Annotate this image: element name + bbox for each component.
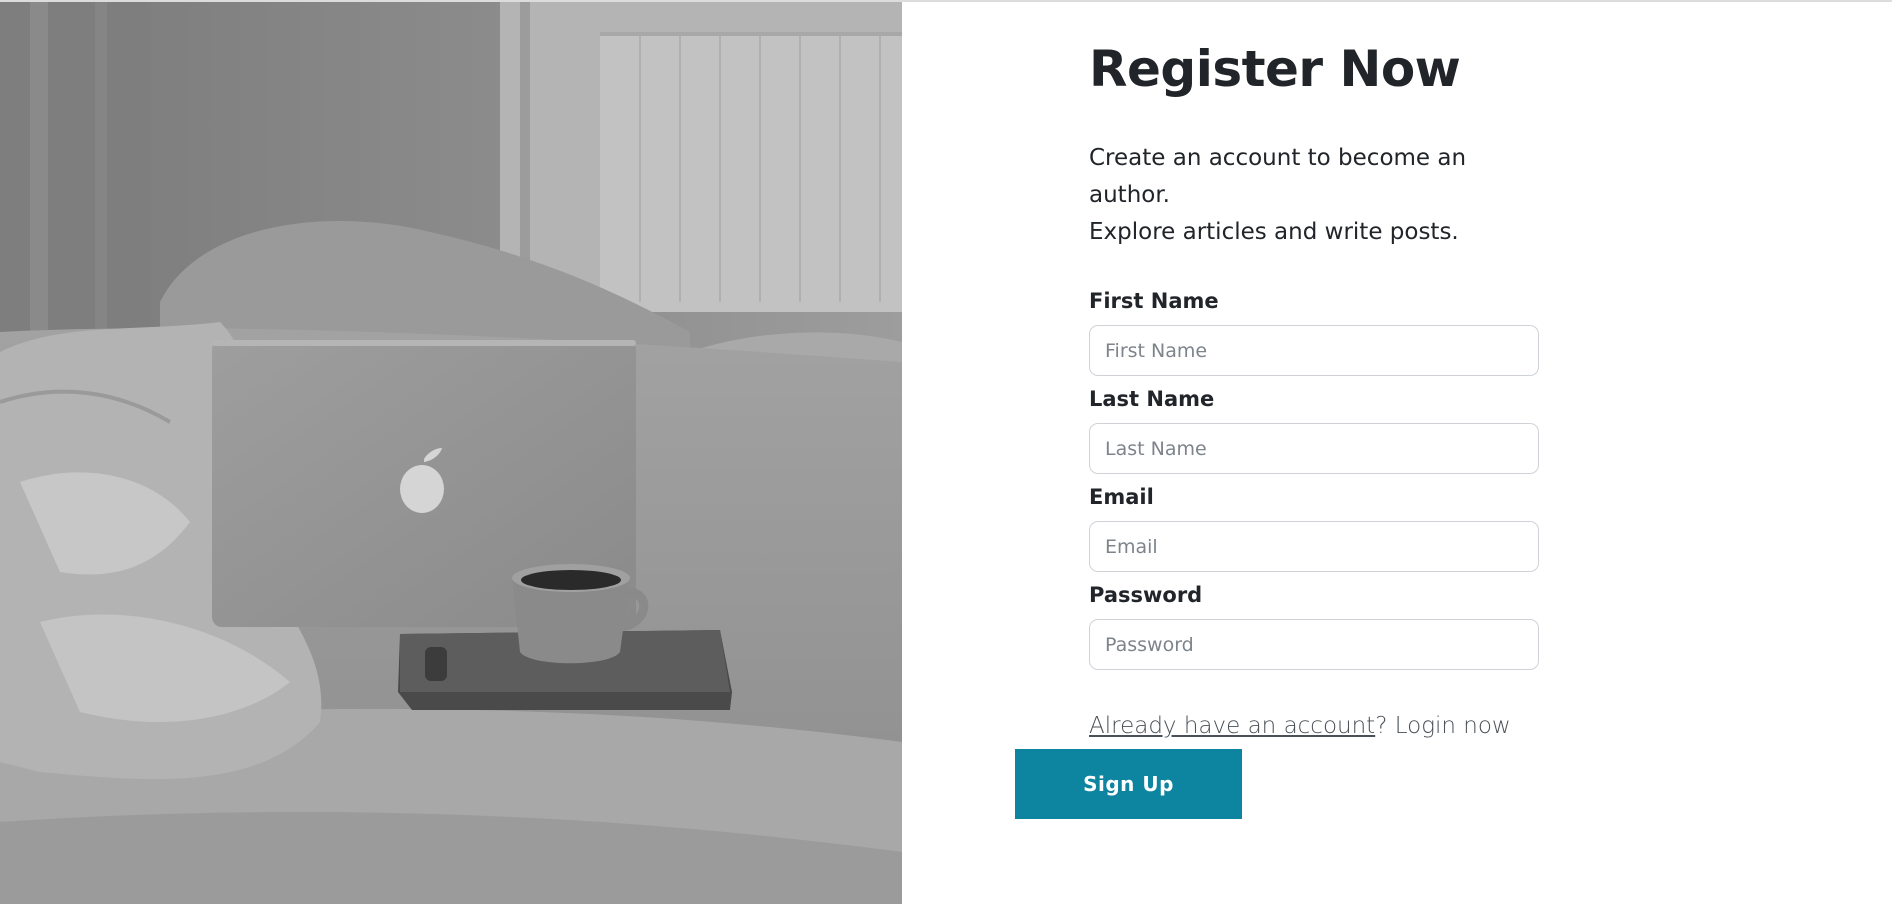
sign-up-button[interactable]: Sign Up [1015,749,1242,819]
subtitle-line-2: Explore articles and write posts. [1089,219,1459,245]
password-input[interactable] [1089,619,1539,670]
login-prompt: Already have an account? Login now [1089,711,1539,741]
login-link[interactable]: Already have an account [1089,713,1375,739]
login-suffix: ? Login now [1375,713,1511,739]
first-name-input[interactable] [1089,325,1539,376]
subtitle-line-1: Create an account to become an author. [1089,145,1467,208]
first-name-group: First Name [1089,287,1539,376]
first-name-label: First Name [1089,289,1219,313]
page: Register Now Create an account to become… [0,0,1892,904]
form-fields: First Name Last Name Email Password [1089,287,1539,670]
password-group: Password [1089,581,1539,670]
register-panel: Register Now Create an account to become… [902,2,1892,904]
password-label: Password [1089,583,1203,607]
email-label: Email [1089,485,1154,509]
last-name-input[interactable] [1089,423,1539,474]
register-form: Register Now Create an account to become… [1089,34,1539,741]
hero-photo [0,2,902,904]
last-name-group: Last Name [1089,385,1539,474]
last-name-label: Last Name [1089,387,1215,411]
subtitle: Create an account to become an author. E… [1089,140,1539,251]
email-group: Email [1089,483,1539,572]
laptop-on-bed-photo [0,2,902,904]
page-title: Register Now [1089,40,1461,98]
email-input[interactable] [1089,521,1539,572]
